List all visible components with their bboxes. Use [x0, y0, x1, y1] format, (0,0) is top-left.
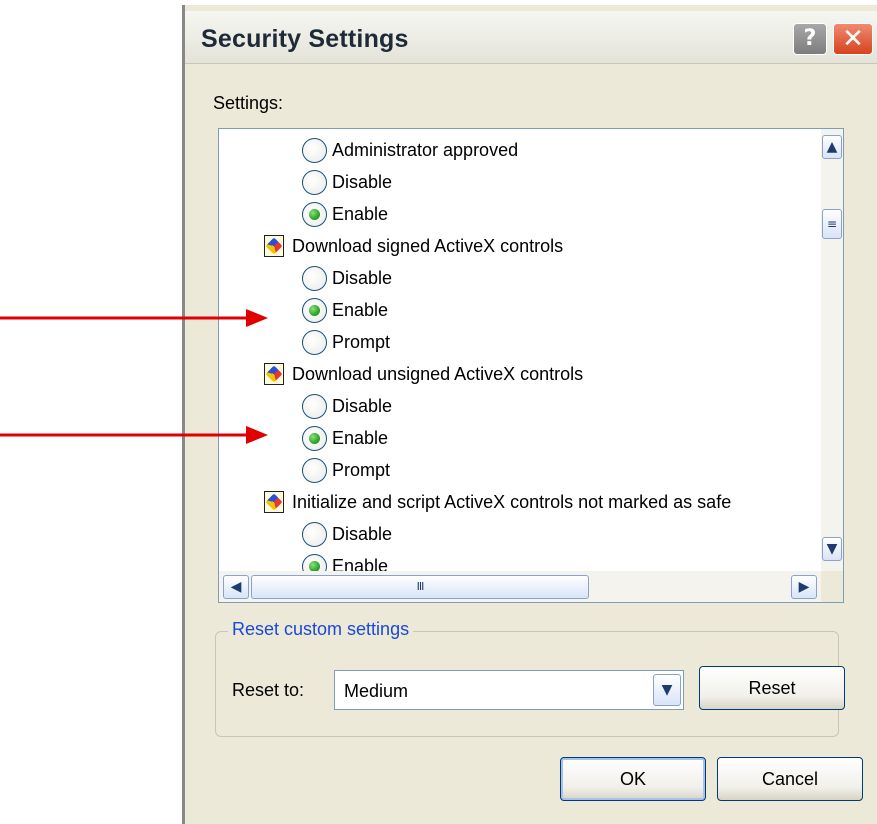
radio-option[interactable]: Enable [302, 550, 388, 571]
radio-option[interactable]: Prompt [302, 326, 390, 358]
radio-option[interactable]: Enable [302, 422, 388, 454]
horizontal-scroll-thumb[interactable]: III [251, 575, 589, 599]
radio-button[interactable] [302, 137, 327, 163]
security-settings-dialog: Security Settings ? ✕ Settings: Administ… [182, 5, 877, 824]
option-label: Disable [332, 267, 393, 288]
option-label: Enable [332, 427, 389, 448]
ok-button[interactable]: OK [560, 757, 706, 801]
settings-list: Administrator approved Disable Enable Downl… [219, 129, 821, 571]
reset-button[interactable]: Reset [699, 666, 845, 710]
radio-option[interactable]: Prompt [302, 454, 390, 486]
radio-button[interactable] [302, 265, 327, 291]
settings-category: Initialize and script ActiveX controls n… [264, 486, 731, 518]
radio-option[interactable]: Administrator approved [302, 134, 518, 166]
settings-category: Download unsigned ActiveX controls [264, 358, 583, 390]
radio-option[interactable]: Disable [302, 262, 392, 294]
radio-button[interactable] [302, 521, 327, 547]
radio-button-selected[interactable] [302, 201, 327, 227]
category-label: Initialize and script ActiveX controls n… [292, 491, 732, 512]
option-label: Prompt [332, 331, 391, 352]
category-label: Download signed ActiveX controls [292, 235, 564, 256]
horizontal-scrollbar[interactable]: ◀ III ▶ [219, 571, 821, 602]
annotation-arrow [0, 426, 268, 444]
settings-category: Download signed ActiveX controls [264, 230, 563, 262]
title-bar[interactable]: Security Settings ? ✕ [185, 11, 877, 64]
close-button[interactable]: ✕ [833, 23, 873, 55]
option-label: Enable [332, 555, 389, 572]
settings-label: Settings: [213, 93, 284, 113]
settings-category-icon [264, 363, 284, 385]
reset-level-dropdown[interactable]: Medium ▼ [334, 670, 684, 710]
option-label: Enable [332, 203, 389, 224]
reset-level-value: Medium [344, 681, 409, 701]
radio-option[interactable]: Enable [302, 294, 388, 326]
radio-button[interactable] [302, 329, 327, 355]
radio-button[interactable] [302, 457, 327, 483]
scroll-up-button[interactable]: ▲ [822, 135, 842, 159]
option-label: Prompt [332, 459, 391, 480]
radio-option[interactable]: Disable [302, 166, 392, 198]
radio-option[interactable]: Disable [302, 390, 392, 422]
settings-category-icon [264, 491, 284, 513]
radio-button-selected[interactable] [302, 425, 327, 451]
settings-category-icon [264, 235, 284, 257]
scroll-left-button[interactable]: ◀ [223, 575, 249, 599]
vertical-scrollbar[interactable]: ▲ ≡ ▼ [821, 129, 843, 571]
dialog-title: Security Settings [201, 25, 409, 53]
option-label: Disable [332, 395, 393, 416]
annotation-arrow [0, 309, 268, 327]
help-button[interactable]: ? [793, 23, 827, 55]
radio-option[interactable]: Disable [302, 518, 392, 550]
option-label: Enable [332, 299, 389, 320]
radio-button-selected[interactable] [302, 553, 327, 571]
radio-button[interactable] [302, 169, 327, 195]
vertical-scroll-thumb[interactable]: ≡ [822, 209, 842, 239]
option-label: Disable [332, 171, 393, 192]
reset-custom-settings-group: Reset custom settings Reset to: Medium ▼… [215, 619, 845, 737]
option-label: Disable [332, 523, 393, 544]
radio-button-selected[interactable] [302, 297, 327, 323]
scroll-down-button[interactable]: ▼ [822, 537, 842, 561]
option-label: Administrator approved [332, 139, 519, 160]
chevron-down-icon[interactable]: ▼ [653, 674, 681, 706]
cancel-button[interactable]: Cancel [717, 757, 863, 801]
scrollbar-corner [821, 571, 843, 602]
group-title: Reset custom settings [228, 619, 414, 640]
scroll-right-button[interactable]: ▶ [791, 575, 817, 599]
radio-option[interactable]: Enable [302, 198, 388, 230]
category-label: Download unsigned ActiveX controls [292, 363, 584, 384]
radio-button[interactable] [302, 393, 327, 419]
settings-listbox[interactable]: Administrator approved Disable Enable Downl… [218, 128, 844, 603]
reset-to-label: Reset to: [232, 680, 305, 700]
